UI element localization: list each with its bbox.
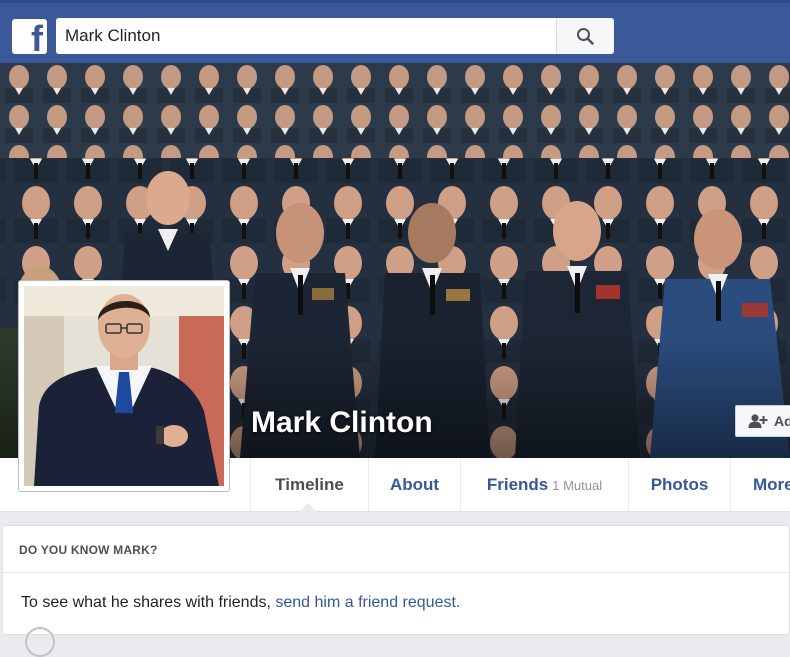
know-card: DO YOU KNOW MARK? To see what he shares …: [2, 525, 790, 657]
add-friend-label: Ad: [774, 413, 790, 429]
tab-about-label: About: [389, 475, 440, 494]
tab-more[interactable]: More: [730, 458, 790, 511]
know-card-text: To see what he shares with friends, send…: [21, 594, 460, 612]
active-tab-indicator: [298, 503, 318, 513]
facebook-logo[interactable]: f: [12, 18, 47, 59]
add-friend-icon: [748, 414, 768, 428]
tab-timeline-label: Timeline: [275, 475, 344, 494]
tab-friends[interactable]: Friends 1 Mutual: [460, 458, 628, 511]
search-button[interactable]: [556, 18, 614, 54]
profile-picture[interactable]: [18, 280, 230, 492]
tab-photos[interactable]: Photos: [628, 458, 730, 511]
facebook-logo-letter: f: [31, 18, 43, 59]
profile-name[interactable]: Mark Clinton: [251, 406, 433, 440]
top-bar: f: [0, 0, 790, 63]
tab-more-label: More: [753, 475, 790, 494]
tab-photos-label: Photos: [650, 475, 709, 494]
know-card-message: To see what he shares with friends,: [21, 594, 276, 611]
search-box: [56, 18, 614, 54]
know-card-header: DO YOU KNOW MARK?: [3, 526, 789, 573]
profile-picture-image: [24, 286, 224, 486]
friend-request-link[interactable]: send him a friend request.: [275, 594, 460, 611]
mutual-friends-count: 1 Mutual: [552, 478, 603, 493]
search-input[interactable]: [56, 18, 554, 54]
tab-about[interactable]: About: [368, 458, 460, 511]
search-icon: [577, 28, 594, 45]
add-friend-button[interactable]: Ad: [735, 405, 790, 437]
tab-friends-label: Friends: [486, 475, 549, 494]
know-card-title: DO YOU KNOW MARK?: [19, 543, 158, 557]
avatar: [25, 627, 55, 657]
